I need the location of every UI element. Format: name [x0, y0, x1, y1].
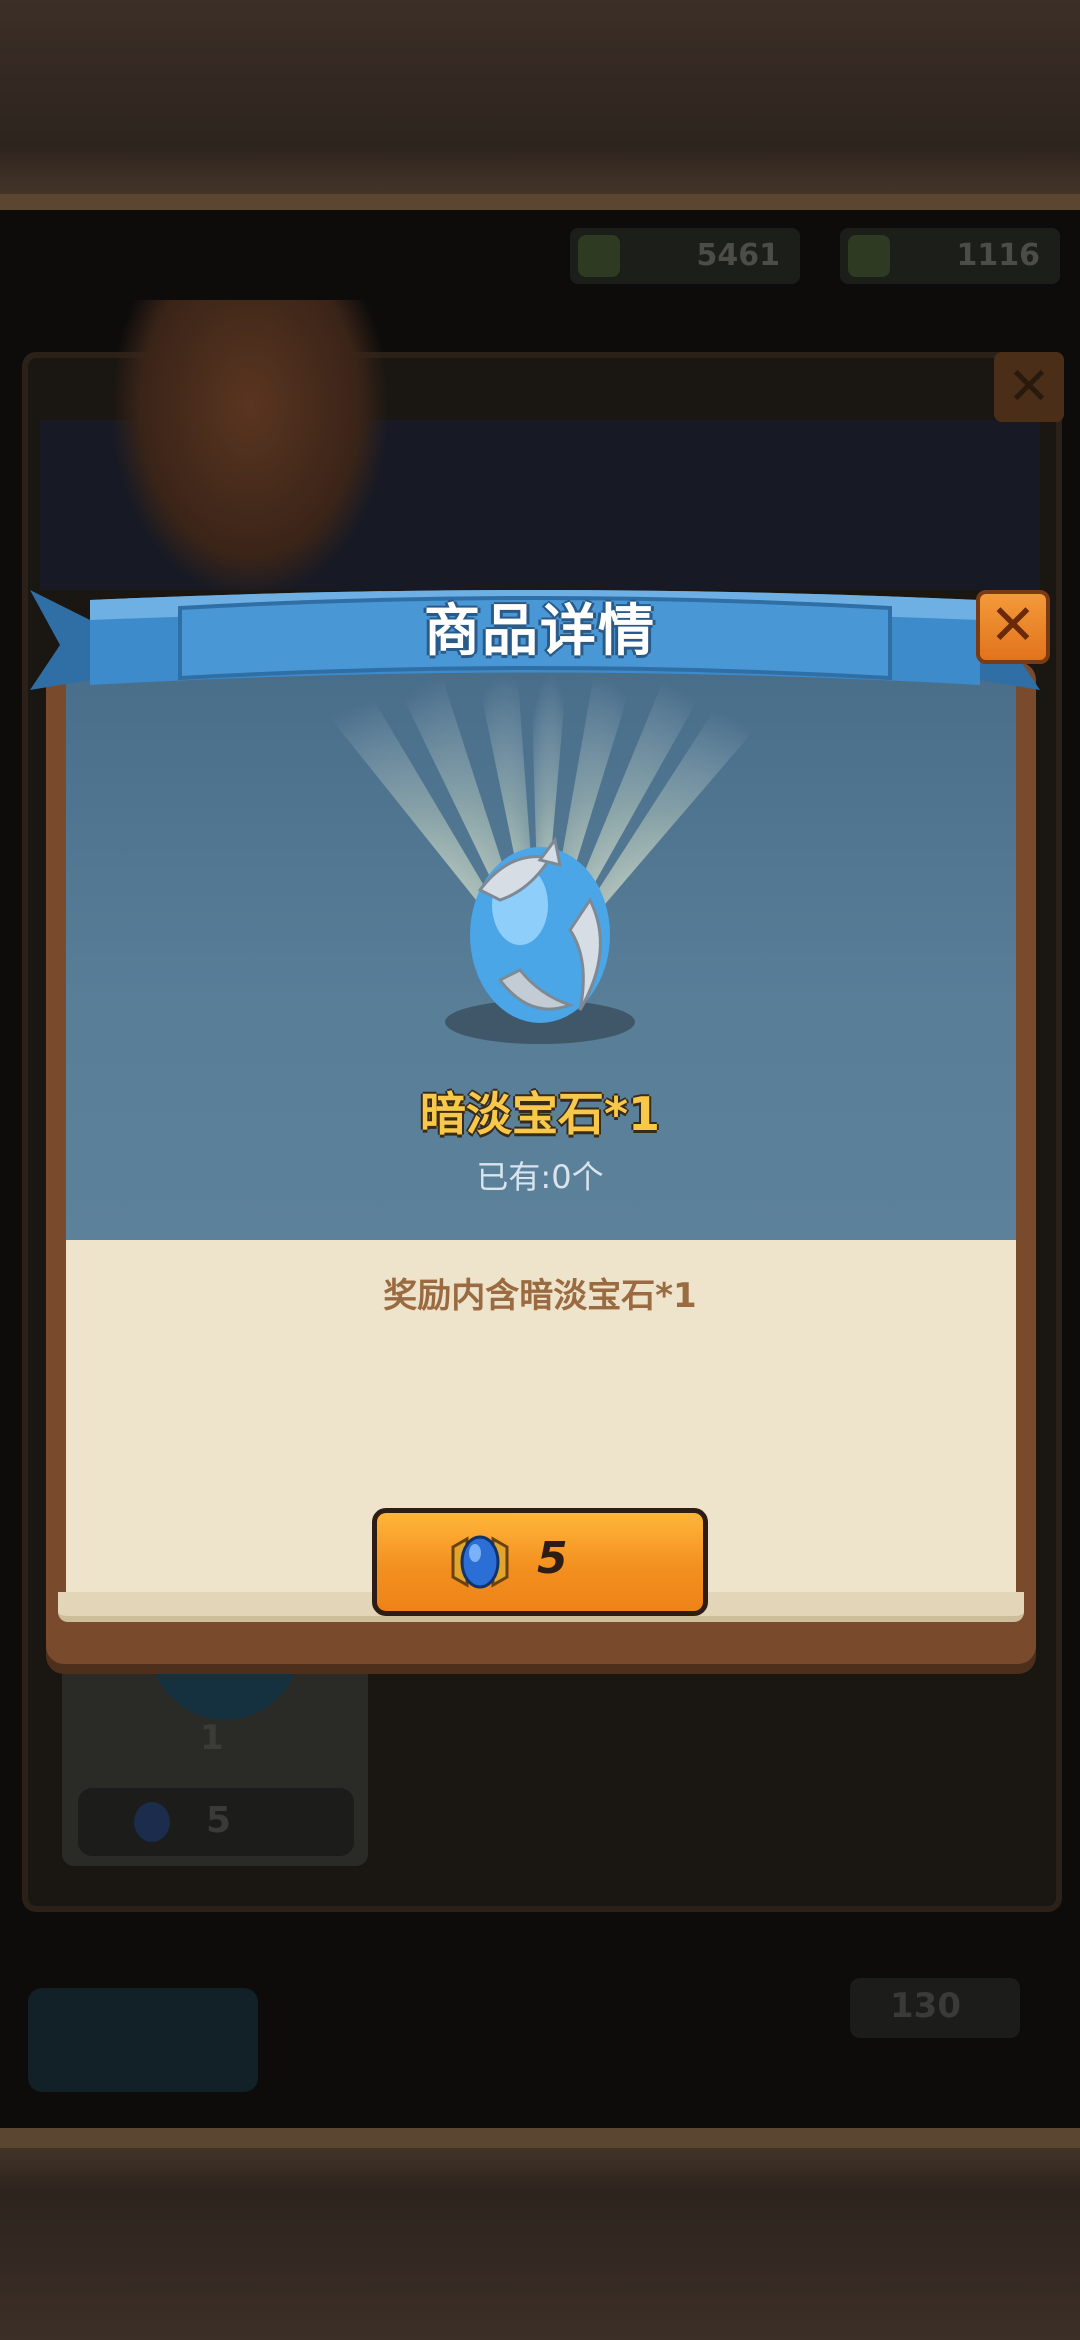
resource-value-2: 1116	[956, 238, 1041, 273]
refresh-cost: 130	[890, 1986, 961, 2026]
close-icon: ✕	[989, 593, 1037, 658]
buy-button[interactable]: 5	[372, 1508, 708, 1616]
back-button	[28, 1988, 258, 2092]
resource-plus-icon	[578, 235, 620, 277]
modal-title: 商品详情	[424, 599, 656, 664]
shop-close-icon: ✕	[994, 352, 1064, 422]
shopkeeper-portrait	[110, 300, 390, 600]
resource-plus-icon	[848, 235, 890, 277]
resource-counter-2: 1116	[840, 228, 1060, 284]
close-button[interactable]: ✕	[976, 590, 1050, 664]
bottom-wooden-frame	[0, 2128, 1080, 2340]
buy-price: 5	[537, 1533, 568, 1584]
item-name: 暗淡宝石*1	[419, 1087, 661, 1141]
shop-item-qty: 1	[200, 1718, 224, 1758]
blue-gem-badge-icon	[451, 1535, 509, 1589]
resource-value-1: 5461	[696, 238, 781, 273]
dim-gem-icon	[445, 836, 635, 1044]
owned-count: 已有:0个	[476, 1158, 604, 1196]
resource-counter-1: 5461	[570, 228, 800, 284]
shop-item-price: 5	[206, 1800, 232, 1841]
top-wooden-frame	[0, 0, 1080, 210]
shop-item-price-icon	[134, 1802, 170, 1842]
item-description: 奖励内含暗淡宝石*1	[383, 1276, 697, 1316]
